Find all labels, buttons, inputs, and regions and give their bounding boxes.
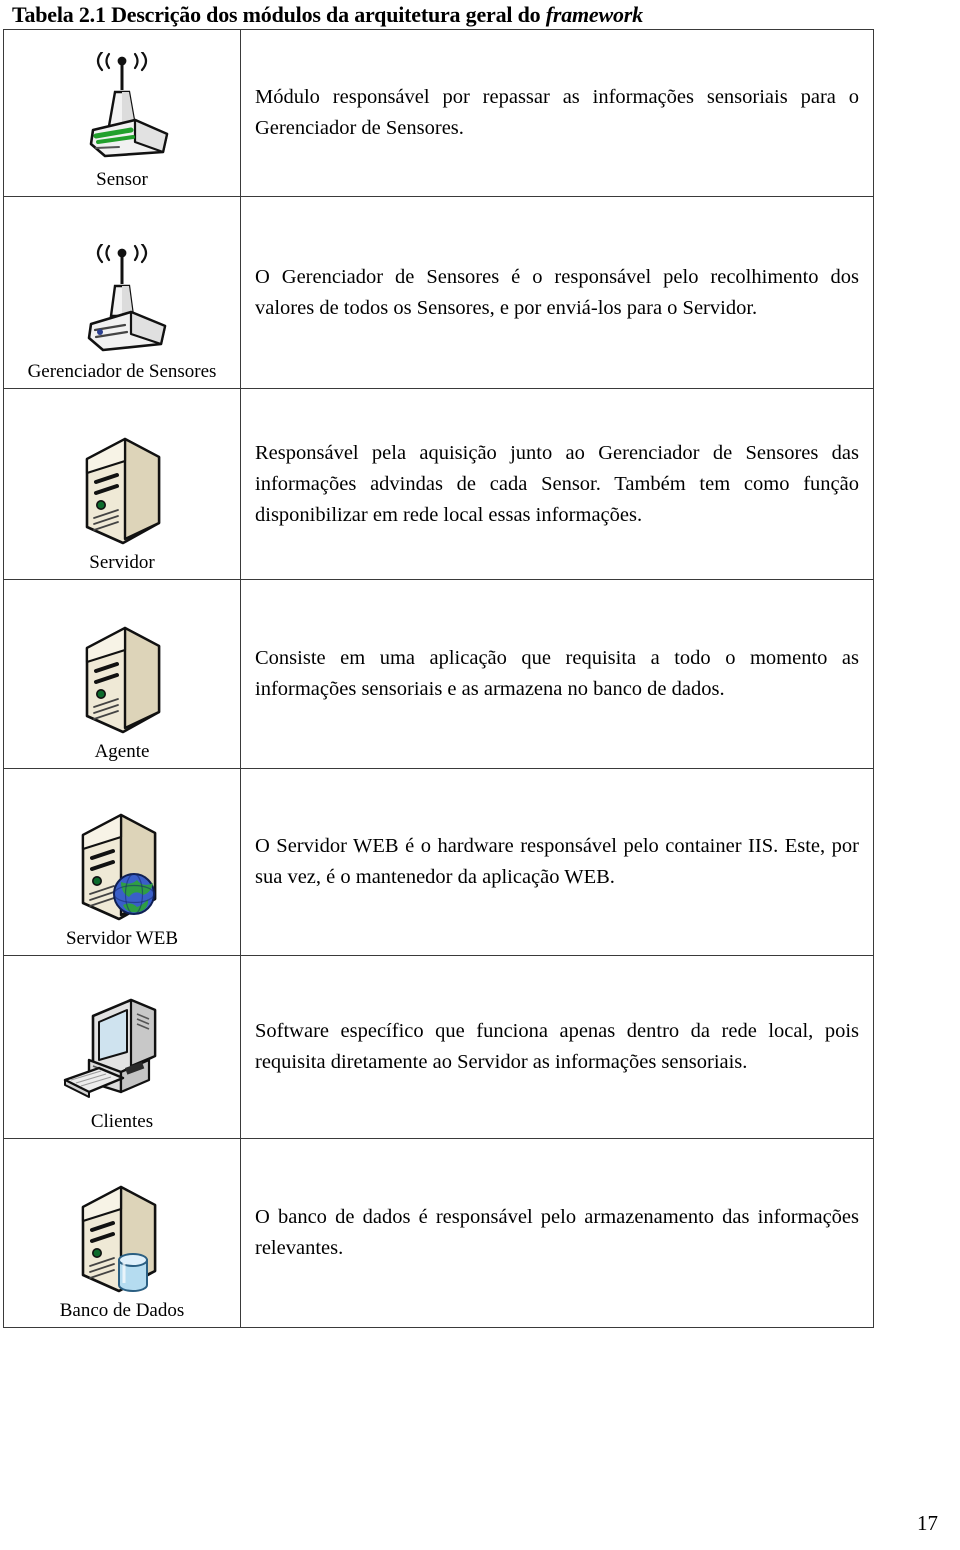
table-cell-icon: Servidor (3, 388, 241, 580)
module-description: O Servidor WEB é o hardware responsável … (255, 835, 859, 888)
sensor-manager-antenna-icon (4, 244, 240, 356)
table-cell-description: Módulo responsável por repassar as infor… (240, 29, 874, 197)
web-server-globe-icon (4, 811, 240, 923)
table-row: Servidor Responsável pela aquisição junt… (3, 388, 874, 580)
table-caption-prefix: Tabela 2.1 Descrição dos módulos da arqu… (12, 2, 546, 27)
table-cell-icon-label: Servidor (89, 552, 155, 573)
table-cell-icon: Servidor WEB (3, 768, 241, 956)
agent-server-icon (4, 624, 240, 736)
table-cell-icon: Banco de Dados (3, 1138, 241, 1328)
table-caption-italic-word: framework (545, 2, 643, 27)
table-cell-description: O Gerenciador de Sensores é o responsáve… (240, 196, 874, 389)
table-cell-icon: Sensor (3, 29, 241, 197)
modules-table: Sensor Módulo responsável por repassar a… (3, 29, 874, 1328)
table-caption: Tabela 2.1 Descrição dos módulos da arqu… (12, 2, 912, 28)
desktop-computer-icon (4, 994, 240, 1106)
module-description: Responsável pela aquisição junto ao Gere… (255, 441, 859, 526)
table-row: Gerenciador de Sensores O Gerenciador de… (3, 196, 874, 389)
module-description: Módulo responsável por repassar as infor… (255, 86, 859, 139)
table-cell-description: Responsável pela aquisição junto ao Gere… (240, 388, 874, 580)
server-tower-icon (4, 435, 240, 547)
table-cell-icon-label: Clientes (90, 1111, 154, 1132)
table-row: Sensor Módulo responsável por repassar a… (3, 29, 874, 197)
table-cell-icon: Agente (3, 579, 241, 769)
module-description: Consiste em uma aplicação que requisita … (255, 647, 859, 700)
database-cylinder-shape (118, 1253, 148, 1292)
table-row: Banco de Dados O banco de dados é respon… (3, 1138, 874, 1328)
table-row: Agente Consiste em uma aplicação que req… (3, 579, 874, 769)
table-cell-description: Consiste em uma aplicação que requisita … (240, 579, 874, 769)
document-page: Tabela 2.1 Descrição dos módulos da arqu… (0, 0, 960, 1550)
table-cell-icon-label: Sensor (96, 169, 148, 190)
table-row: Clientes Software específico que funcion… (3, 955, 874, 1139)
sensor-antenna-icon (4, 52, 240, 164)
table-cell-description: O banco de dados é responsável pelo arma… (240, 1138, 874, 1328)
table-row: Servidor WEB O Servidor WEB é o hardware… (3, 768, 874, 956)
module-description: Software específico que funciona apenas … (255, 1020, 859, 1073)
table-cell-icon-label: Agente (94, 741, 150, 762)
table-cell-icon: Clientes (3, 955, 241, 1139)
globe-shape (113, 873, 155, 915)
module-description: O Gerenciador de Sensores é o responsáve… (255, 265, 859, 319)
page-number: 17 (917, 1511, 938, 1535)
database-server-icon (4, 1183, 240, 1295)
table-cell-icon-label: Servidor WEB (65, 928, 179, 949)
table-cell-icon-label: Gerenciador de Sensores (27, 361, 217, 382)
module-description: O banco de dados é responsável pelo arma… (255, 1206, 859, 1259)
table-cell-description: Software específico que funciona apenas … (240, 955, 874, 1139)
table-cell-icon-label: Banco de Dados (59, 1300, 185, 1321)
table-cell-icon: Gerenciador de Sensores (3, 196, 241, 389)
table-cell-description: O Servidor WEB é o hardware responsável … (240, 768, 874, 956)
